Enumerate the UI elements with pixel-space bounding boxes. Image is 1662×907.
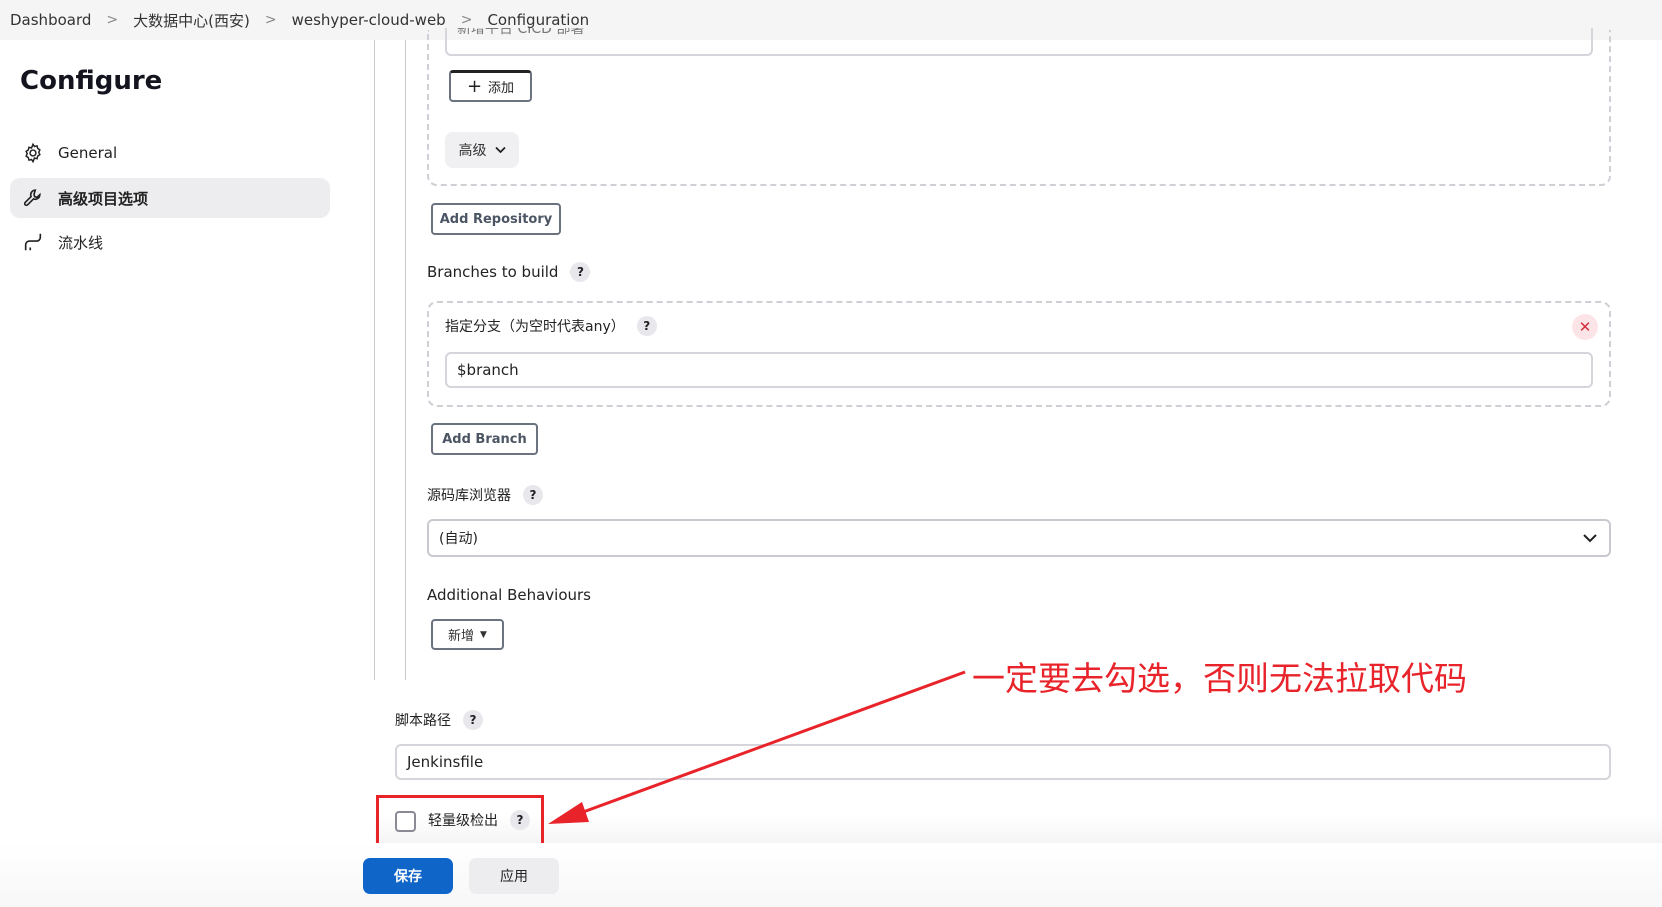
chevron-down-icon xyxy=(1581,529,1599,547)
sidebar-item-label: 高级项目选项 xyxy=(58,189,149,208)
help-icon[interactable]: ? xyxy=(463,710,483,730)
advanced-label: 高级 xyxy=(458,143,487,159)
footer-bar xyxy=(0,843,1662,907)
caret-down-icon: ▼ xyxy=(480,629,487,640)
help-icon[interactable]: ? xyxy=(510,810,530,830)
sidebar-item-pipeline[interactable]: 流水线 xyxy=(10,222,330,262)
breadcrumb-separator-icon: > xyxy=(264,12,277,28)
help-icon[interactable]: ? xyxy=(523,485,543,505)
script-path-input[interactable]: Jenkinsfile xyxy=(395,744,1611,780)
breadcrumb-job[interactable]: weshyper-cloud-web xyxy=(292,11,446,29)
script-path-label: 脚本路径 ? xyxy=(395,710,483,730)
breadcrumb-separator-icon: > xyxy=(106,12,119,28)
advanced-button[interactable]: 高级 xyxy=(445,132,519,168)
jenkins-configure-page: Dashboard > 大数据中心(西安) > weshyper-cloud-w… xyxy=(0,0,1662,907)
add-branch-button[interactable]: Add Branch xyxy=(431,423,538,455)
breadcrumb-configuration: Configuration xyxy=(487,11,590,29)
gear-icon xyxy=(22,142,44,164)
delete-branch-icon[interactable]: ✕ xyxy=(1572,314,1598,340)
lightweight-checkout-text: 轻量级检出 xyxy=(428,813,498,829)
additional-behaviours-label: Additional Behaviours xyxy=(427,586,591,604)
section-divider xyxy=(405,40,406,680)
sidebar-item-label: General xyxy=(58,144,118,162)
add-behaviour-label: 新增 xyxy=(448,629,475,644)
repo-browser-text: 源码库浏览器 xyxy=(427,488,511,504)
branch-specifier-input[interactable]: $branch xyxy=(445,352,1593,388)
help-icon[interactable]: ? xyxy=(636,316,657,336)
save-button[interactable]: 保存 xyxy=(363,858,453,894)
breadcrumb-separator-icon: > xyxy=(460,12,473,28)
lightweight-checkout-label: 轻量级检出 ? xyxy=(428,810,530,830)
add-repository-button[interactable]: Add Repository xyxy=(431,203,561,235)
branches-to-build-text: Branches to build xyxy=(427,263,559,281)
branch-specifier-text: 指定分支（为空时代表any） xyxy=(445,319,625,335)
wrench-icon xyxy=(22,187,44,209)
plus-icon: + xyxy=(466,76,483,97)
branches-to-build-label: Branches to build ? xyxy=(427,262,591,282)
help-icon[interactable]: ? xyxy=(570,262,591,282)
repo-browser-selected: (自动) xyxy=(439,531,478,547)
apply-button[interactable]: 应用 xyxy=(469,858,559,894)
sidebar-item-advanced-project-options[interactable]: 高级项目选项 xyxy=(10,178,330,218)
footer-shadow xyxy=(375,815,1662,843)
credentials-select[interactable]: 新增平台 CICD 部署 xyxy=(445,28,1593,56)
chevron-down-icon xyxy=(494,143,506,157)
repo-browser-label: 源码库浏览器 ? xyxy=(427,485,543,505)
breadcrumb-dashboard[interactable]: Dashboard xyxy=(10,11,91,29)
breadcrumb-folder[interactable]: 大数据中心(西安) xyxy=(133,10,250,31)
branch-specifier-label: 指定分支（为空时代表any） ? xyxy=(445,316,657,336)
lightweight-checkout-checkbox[interactable] xyxy=(395,811,416,832)
sidebar-item-general[interactable]: General xyxy=(10,133,330,173)
pipeline-icon xyxy=(22,231,44,253)
repo-browser-select[interactable]: (自动) xyxy=(427,519,1611,557)
add-credentials-label: 添加 xyxy=(488,81,515,96)
script-path-text: 脚本路径 xyxy=(395,713,451,729)
sidebar-item-label: 流水线 xyxy=(58,233,104,252)
page-title: Configure xyxy=(20,66,163,96)
credentials-select-value: 新增平台 CICD 部署 xyxy=(457,28,585,37)
add-credentials-button[interactable]: + 添加 xyxy=(449,70,532,102)
add-behaviour-button[interactable]: 新增 ▼ xyxy=(431,619,504,650)
annotation-text: 一定要去勾选，否则无法拉取代码 xyxy=(972,659,1467,698)
section-divider xyxy=(374,40,375,680)
